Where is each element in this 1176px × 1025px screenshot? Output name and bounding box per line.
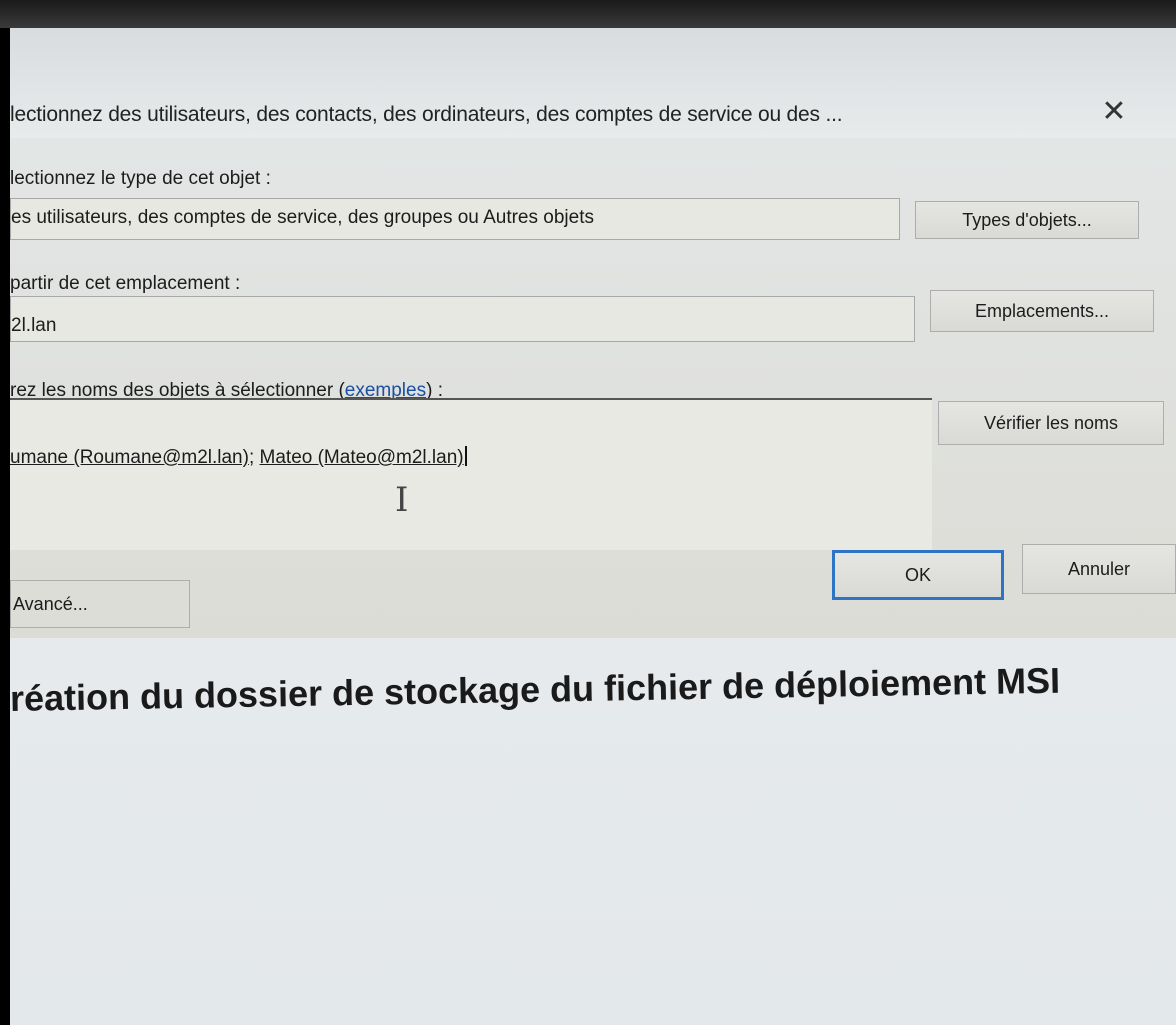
object-type-value: es utilisateurs, des comptes de service,… <box>11 207 594 228</box>
resolved-name-2: Mateo (Mateo@m2l.lan) <box>259 447 464 468</box>
object-names-value[interactable]: umane (Roumane@m2l.lan); Mateo (Mateo@m2… <box>10 446 467 469</box>
names-separator: ; <box>248 447 260 468</box>
object-types-button[interactable]: Types d'objets... <box>915 201 1139 239</box>
screen: lectionnez des utilisateurs, des contact… <box>10 28 1176 1025</box>
location-value: 2l.lan <box>11 315 57 336</box>
object-names-input[interactable]: umane (Roumane@m2l.lan); Mateo (Mateo@m2… <box>10 398 932 550</box>
text-caret <box>464 446 467 466</box>
location-field: 2l.lan <box>10 296 915 342</box>
dialog-title-bar: lectionnez des utilisateurs, des contact… <box>10 28 1176 138</box>
locations-button[interactable]: Emplacements... <box>930 290 1154 332</box>
document-heading: réation du dossier de stockage du fichie… <box>10 659 1061 719</box>
select-objects-dialog: lectionnez des utilisateurs, des contact… <box>10 28 1176 638</box>
object-type-field: es utilisateurs, des comptes de service,… <box>10 198 900 240</box>
ok-button[interactable]: OK <box>832 550 1004 600</box>
check-names-button[interactable]: Vérifier les noms <box>938 401 1164 445</box>
text-cursor-icon: I <box>395 480 409 520</box>
location-label: partir de cet emplacement : <box>10 273 241 294</box>
object-type-label: lectionnez le type de cet objet : <box>10 168 271 189</box>
cancel-button[interactable]: Annuler <box>1022 544 1176 594</box>
monitor-bezel <box>0 0 1176 28</box>
advanced-button[interactable]: Avancé... <box>10 580 190 628</box>
close-icon[interactable]: ✕ <box>1098 96 1130 128</box>
dialog-title: lectionnez des utilisateurs, des contact… <box>10 103 843 126</box>
resolved-name-1: umane (Roumane@m2l.lan) <box>10 447 249 468</box>
